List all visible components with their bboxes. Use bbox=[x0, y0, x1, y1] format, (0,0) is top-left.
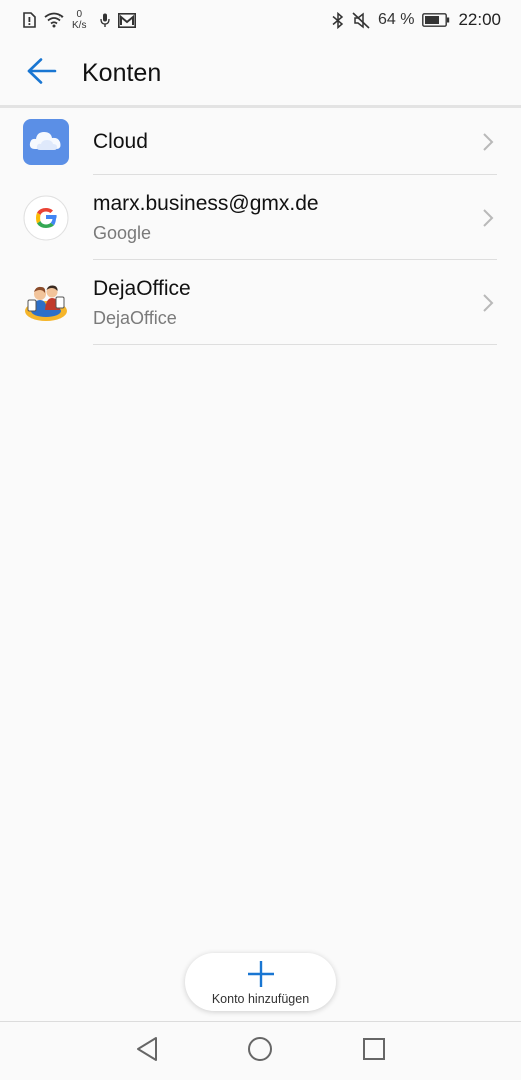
nav-back-button[interactable] bbox=[127, 1031, 167, 1071]
network-speed-value: 0 bbox=[76, 9, 82, 20]
account-text: Cloud bbox=[93, 129, 481, 155]
mic-icon bbox=[100, 13, 111, 27]
status-right: 64 % 22:00 bbox=[332, 10, 501, 30]
mute-icon bbox=[352, 11, 370, 29]
plus-icon bbox=[247, 960, 275, 988]
account-title: DejaOffice bbox=[93, 276, 191, 300]
account-item-dejaoffice[interactable]: DejaOffice DejaOffice bbox=[0, 260, 521, 345]
status-bar: ↑↓ 0 K/s 64 % 22:00 bbox=[0, 0, 521, 40]
chevron-right-icon bbox=[481, 292, 495, 314]
system-nav-bar bbox=[0, 1022, 521, 1080]
nav-recents-button[interactable] bbox=[354, 1031, 394, 1071]
page-title: Konten bbox=[82, 58, 162, 87]
account-text: DejaOffice DejaOffice bbox=[93, 276, 481, 330]
account-title: marx.business@gmx.de bbox=[93, 191, 319, 215]
nav-recents-icon bbox=[362, 1037, 386, 1066]
nav-back-icon bbox=[135, 1036, 159, 1067]
add-account-label: Konto hinzufügen bbox=[211, 992, 310, 1006]
wifi-icon: ↑↓ bbox=[44, 12, 64, 28]
mail-icon bbox=[118, 12, 137, 28]
cloud-icon bbox=[23, 118, 69, 165]
network-speed: 0 K/s bbox=[72, 9, 86, 31]
nav-home-icon bbox=[247, 1036, 273, 1067]
back-button[interactable] bbox=[22, 53, 62, 93]
google-icon bbox=[23, 195, 69, 241]
bluetooth-icon bbox=[332, 11, 344, 29]
divider bbox=[93, 344, 497, 345]
nav-home-button[interactable] bbox=[240, 1031, 280, 1071]
alert-icon bbox=[22, 12, 36, 28]
account-type: DejaOffice bbox=[93, 307, 177, 328]
account-item-cloud[interactable]: Cloud bbox=[0, 108, 521, 175]
status-left: ↑↓ 0 K/s bbox=[22, 9, 137, 31]
dejaoffice-icon bbox=[23, 280, 69, 326]
chevron-right-icon bbox=[481, 131, 495, 153]
account-title: Cloud bbox=[93, 129, 148, 153]
account-text: marx.business@gmx.de Google bbox=[93, 191, 481, 245]
battery-icon bbox=[422, 13, 450, 27]
chevron-right-icon bbox=[481, 207, 495, 229]
app-header: Konten bbox=[0, 40, 521, 106]
account-list: Cloud marx.business@gmx.de Google DejaOf… bbox=[0, 108, 521, 345]
arrow-left-icon bbox=[27, 57, 57, 89]
account-item-google[interactable]: marx.business@gmx.de Google bbox=[0, 175, 521, 260]
clock: 22:00 bbox=[458, 10, 501, 29]
svg-text:↑↓: ↑↓ bbox=[58, 14, 63, 20]
network-speed-unit: K/s bbox=[72, 20, 87, 31]
add-account-button[interactable]: Konto hinzufügen bbox=[185, 953, 336, 1011]
battery-percent: 64 % bbox=[377, 11, 415, 28]
account-type: Google bbox=[93, 222, 152, 243]
